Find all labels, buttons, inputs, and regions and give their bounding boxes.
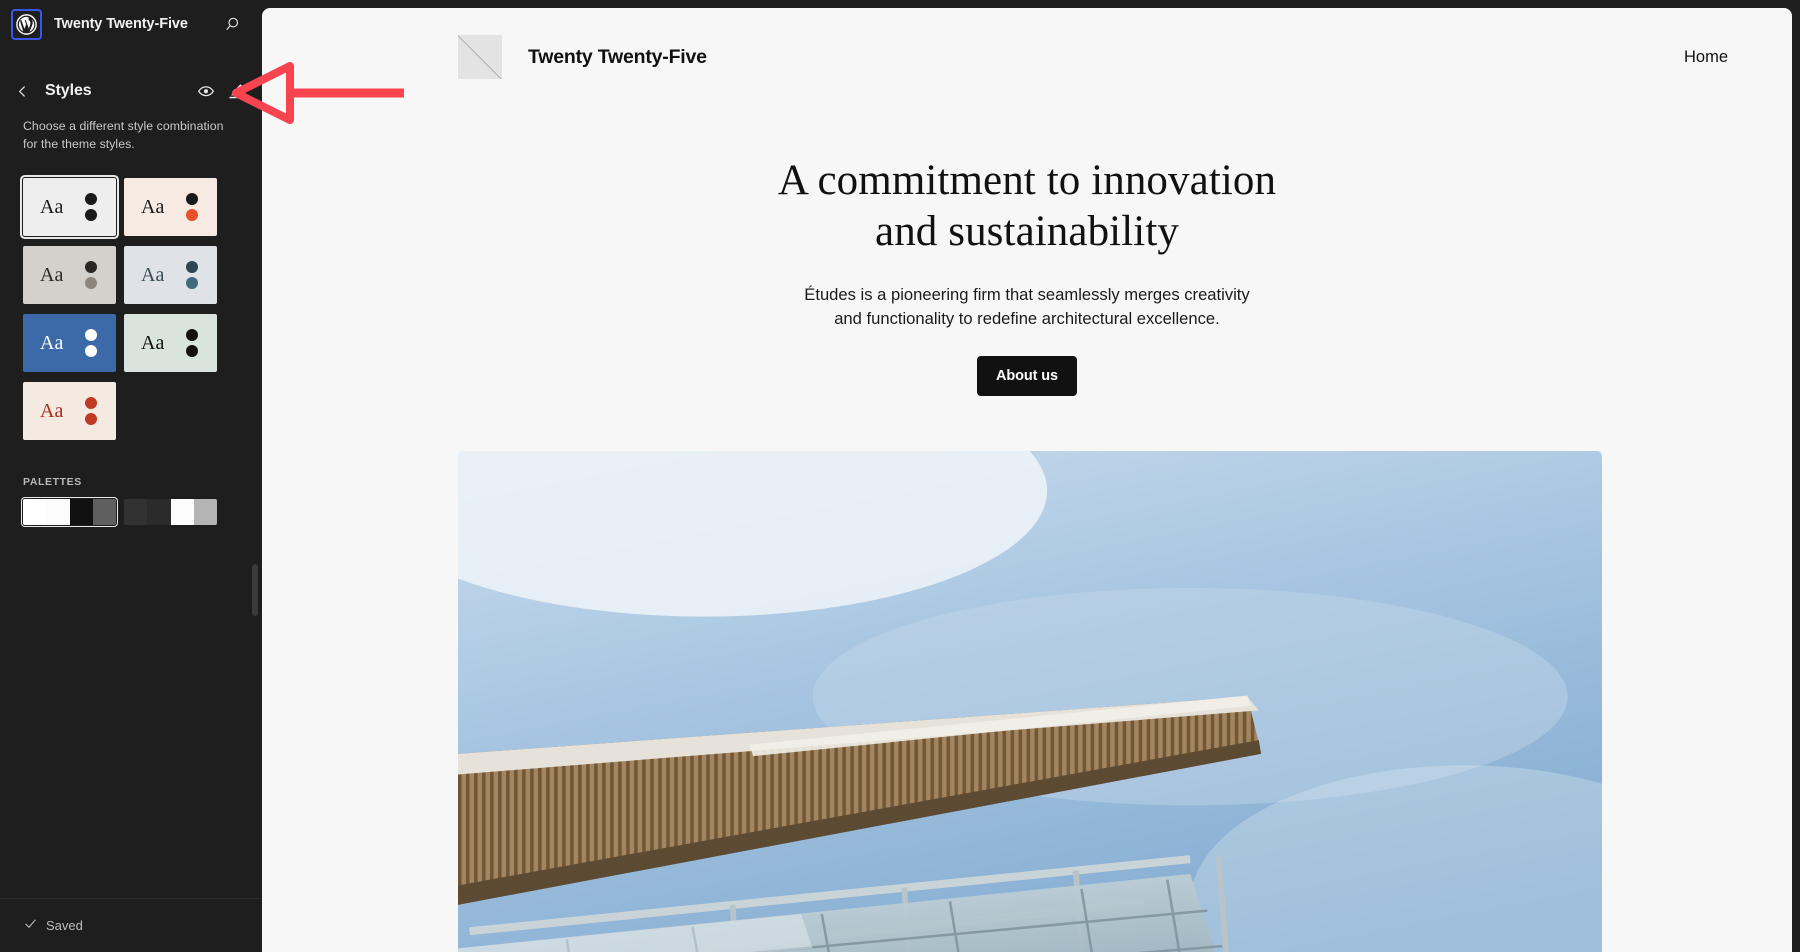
check-icon [23, 916, 38, 936]
site-preview-canvas[interactable]: Twenty Twenty-Five Home A commitment to … [262, 8, 1792, 952]
hero-section: A commitment to innovation and sustainab… [262, 82, 1792, 396]
style-variation-3-label: Aa [40, 263, 64, 286]
styles-panel-description: Choose a different style combination for… [23, 119, 224, 151]
hero-heading[interactable]: A commitment to innovation and sustainab… [262, 156, 1792, 257]
style-variation-2[interactable]: Aa [124, 177, 217, 236]
style-variation-5-dots [85, 328, 97, 357]
style-variations-grid: Aa Aa Aa Aa Aa Aa Aa [0, 154, 262, 440]
hero-subtitle[interactable]: Études is a pioneering firm that seamles… [792, 283, 1262, 330]
style-variation-5[interactable]: Aa [23, 313, 116, 372]
palettes-section-label: PALETTES [23, 475, 82, 488]
saved-status-button[interactable]: Saved [23, 916, 83, 936]
editor-theme-title: Twenty Twenty-Five [54, 16, 188, 32]
palettes-row [0, 488, 262, 525]
about-us-button[interactable]: About us [976, 355, 1078, 396]
style-variation-4[interactable]: Aa [124, 245, 217, 304]
style-variation-6-label: Aa [141, 331, 165, 354]
hero-heading-line-2: and sustainability [875, 207, 1179, 255]
sidebar-scrollbar[interactable] [252, 564, 258, 616]
style-variation-4-label: Aa [141, 263, 165, 286]
page-title: Styles [45, 82, 92, 99]
eye-icon[interactable] [192, 77, 220, 105]
style-variation-4-dots [186, 260, 198, 289]
editor-canvas-frame: Twenty Twenty-Five Home A commitment to … [262, 0, 1800, 952]
styles-panel-body: Choose a different style combination for… [0, 114, 262, 898]
style-variation-7-dots [85, 396, 97, 425]
palette-swatch-2[interactable] [124, 498, 217, 525]
site-navigation: Home [1684, 48, 1728, 67]
editor-top-bar: Twenty Twenty-Five [0, 0, 262, 48]
palette-swatch-1[interactable] [23, 498, 116, 525]
pencil-icon[interactable] [222, 77, 250, 105]
editor-sidebar: Twenty Twenty-Five Styles Choose a diffe… [0, 0, 262, 952]
styles-panel-header: Styles [0, 68, 262, 114]
style-variation-1-dots [85, 192, 97, 221]
site-editor-window: Twenty Twenty-Five Styles Choose a diffe… [0, 0, 1800, 952]
panel-header-actions [192, 77, 250, 105]
site-title[interactable]: Twenty Twenty-Five [528, 46, 707, 69]
nav-link-home[interactable]: Home [1684, 48, 1728, 67]
style-variation-6-dots [186, 328, 198, 357]
editor-save-footer: Saved [0, 898, 262, 952]
saved-status-label: Saved [46, 918, 83, 933]
site-header: Twenty Twenty-Five Home [262, 8, 1792, 82]
wordpress-logo-icon[interactable] [11, 8, 42, 40]
hero-heading-line-1: A commitment to innovation [777, 157, 1277, 204]
search-icon[interactable] [220, 10, 248, 38]
style-variation-5-label: Aa [40, 331, 64, 354]
chevron-left-icon[interactable] [8, 77, 36, 105]
style-variation-7-label: Aa [40, 399, 64, 422]
style-variation-2-label: Aa [141, 195, 165, 218]
site-logo-placeholder-icon[interactable] [458, 35, 502, 79]
style-variation-1[interactable]: Aa [23, 177, 116, 236]
style-variation-6[interactable]: Aa [124, 313, 217, 372]
style-variation-3-dots [85, 260, 97, 289]
style-variation-2-dots [186, 192, 198, 221]
hero-image[interactable] [458, 450, 1602, 952]
style-variation-3[interactable]: Aa [23, 245, 116, 304]
style-variation-1-label: Aa [40, 195, 64, 218]
style-variation-7[interactable]: Aa [23, 381, 116, 440]
